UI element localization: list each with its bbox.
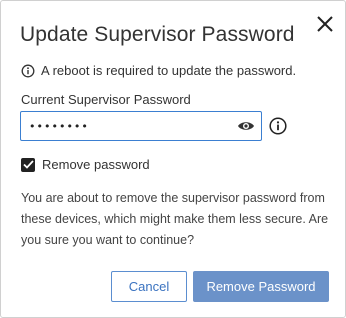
show-password-toggle[interactable] xyxy=(237,118,255,134)
remove-password-checkbox[interactable] xyxy=(21,157,35,172)
remove-password-checkbox-row[interactable]: Remove password xyxy=(21,157,150,172)
password-field-wrapper xyxy=(20,111,262,141)
info-icon xyxy=(269,117,287,135)
info-icon xyxy=(21,64,35,78)
cancel-button[interactable]: Cancel xyxy=(111,271,187,302)
password-field-label: Current Supervisor Password xyxy=(21,92,191,107)
remove-password-button[interactable]: Remove Password xyxy=(193,271,329,302)
checkmark-icon xyxy=(22,160,34,169)
reboot-notice: A reboot is required to update the passw… xyxy=(21,63,296,78)
warning-message: You are about to remove the supervisor p… xyxy=(21,191,329,247)
current-password-input[interactable] xyxy=(21,112,239,140)
reboot-notice-text: A reboot is required to update the passw… xyxy=(41,63,297,78)
close-button[interactable] xyxy=(313,12,337,36)
update-password-dialog: Update Supervisor Password A reboot is r… xyxy=(0,0,346,318)
close-icon xyxy=(317,16,333,32)
remove-password-label: Remove password xyxy=(42,157,150,172)
dialog-title: Update Supervisor Password xyxy=(20,23,295,46)
eye-icon xyxy=(238,122,254,130)
password-info-button[interactable] xyxy=(269,117,287,135)
